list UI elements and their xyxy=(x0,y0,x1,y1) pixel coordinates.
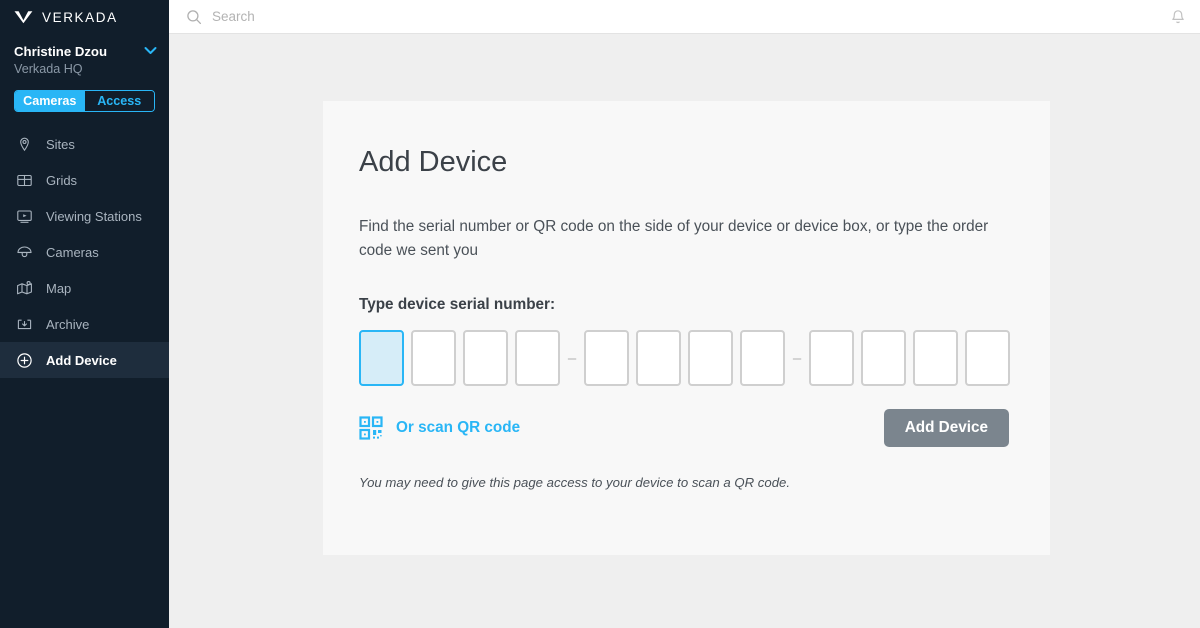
serial-group-2 xyxy=(584,330,785,386)
serial-cell-3[interactable] xyxy=(463,330,508,386)
add-device-button[interactable]: Add Device xyxy=(883,409,1009,447)
account-name: Christine Dzou xyxy=(14,44,108,59)
account-org: Verkada HQ xyxy=(14,62,83,76)
sidebar-item-label: Archive xyxy=(46,316,90,332)
map-pin-icon xyxy=(16,136,33,153)
account-switcher[interactable]: Christine Dzou Verkada HQ xyxy=(0,34,169,78)
toggle-cameras[interactable]: Cameras xyxy=(15,91,85,111)
qr-code-icon xyxy=(359,416,383,440)
sidebar-item-label: Map xyxy=(46,280,72,296)
verkada-check-logo-icon xyxy=(14,11,33,24)
sidebar-item-viewing-stations[interactable]: Viewing Stations xyxy=(0,198,169,234)
serial-cell-4[interactable] xyxy=(515,330,560,386)
serial-cell-7[interactable] xyxy=(688,330,733,386)
serial-cell-12[interactable] xyxy=(965,330,1010,386)
sidebar-item-label: Grids xyxy=(46,172,78,188)
folded-map-icon xyxy=(16,280,33,297)
serial-separator-2: – xyxy=(792,349,802,367)
sidebar-item-cameras[interactable]: Cameras xyxy=(0,234,169,270)
product-toggle[interactable]: Cameras Access xyxy=(14,90,155,112)
serial-cell-10[interactable] xyxy=(861,330,906,386)
grid-icon xyxy=(16,172,33,189)
app-root: VERKADA Christine Dzou Verkada HQ Camera… xyxy=(0,0,1200,628)
topbar xyxy=(169,0,1200,34)
brand-name: VERKADA xyxy=(42,9,118,25)
sidebar-item-archive[interactable]: Archive xyxy=(0,306,169,342)
serial-cell-1[interactable] xyxy=(359,330,404,386)
sidebar-item-label: Cameras xyxy=(46,244,99,260)
add-device-card: Add Device Find the serial number or QR … xyxy=(323,101,1050,555)
sidebar-item-label: Sites xyxy=(46,136,75,152)
search-bar[interactable] xyxy=(169,9,472,25)
serial-cell-6[interactable] xyxy=(636,330,681,386)
serial-cell-2[interactable] xyxy=(411,330,456,386)
archive-box-icon xyxy=(16,316,33,333)
scan-qr-link[interactable]: Or scan QR code xyxy=(359,416,520,440)
sidebar-item-map[interactable]: Map xyxy=(0,270,169,306)
sidebar-item-sites[interactable]: Sites xyxy=(0,126,169,162)
plus-circle-icon xyxy=(16,352,33,369)
page-title: Add Device xyxy=(359,146,508,178)
serial-group-1 xyxy=(359,330,560,386)
content-area: Add Device Find the serial number or QR … xyxy=(169,34,1200,628)
bell-icon[interactable] xyxy=(1170,9,1186,26)
serial-field-label: Type device serial number: xyxy=(359,296,556,313)
sidebar: VERKADA Christine Dzou Verkada HQ Camera… xyxy=(0,0,169,628)
serial-number-input-group: – – xyxy=(359,330,1050,386)
toggle-access[interactable]: Access xyxy=(84,91,154,111)
dome-camera-icon xyxy=(16,244,33,261)
scan-qr-label: Or scan QR code xyxy=(396,419,521,436)
page-description: Find the serial number or QR code on the… xyxy=(359,218,989,259)
sidebar-item-grids[interactable]: Grids xyxy=(0,162,169,198)
monitor-play-icon xyxy=(16,208,33,225)
action-row: Or scan QR code Add Device xyxy=(359,409,1009,447)
search-input[interactable] xyxy=(212,9,472,24)
sidebar-nav: Sites Grids Viewing Stations Cameras Map… xyxy=(0,126,169,378)
sidebar-item-add-device[interactable]: Add Device xyxy=(0,342,169,378)
brand[interactable]: VERKADA xyxy=(0,0,169,34)
search-icon xyxy=(187,9,202,24)
serial-separator-1: – xyxy=(567,349,577,367)
chevron-down-icon[interactable] xyxy=(144,46,157,55)
serial-group-3 xyxy=(809,330,1010,386)
sidebar-item-label: Viewing Stations xyxy=(46,208,142,224)
sidebar-item-label: Add Device xyxy=(46,352,117,368)
serial-cell-11[interactable] xyxy=(913,330,958,386)
serial-cell-5[interactable] xyxy=(584,330,629,386)
permission-note: You may need to give this page access to… xyxy=(359,475,791,490)
main-pane: Add Device Find the serial number or QR … xyxy=(169,0,1200,628)
serial-cell-8[interactable] xyxy=(740,330,785,386)
serial-cell-9[interactable] xyxy=(809,330,854,386)
